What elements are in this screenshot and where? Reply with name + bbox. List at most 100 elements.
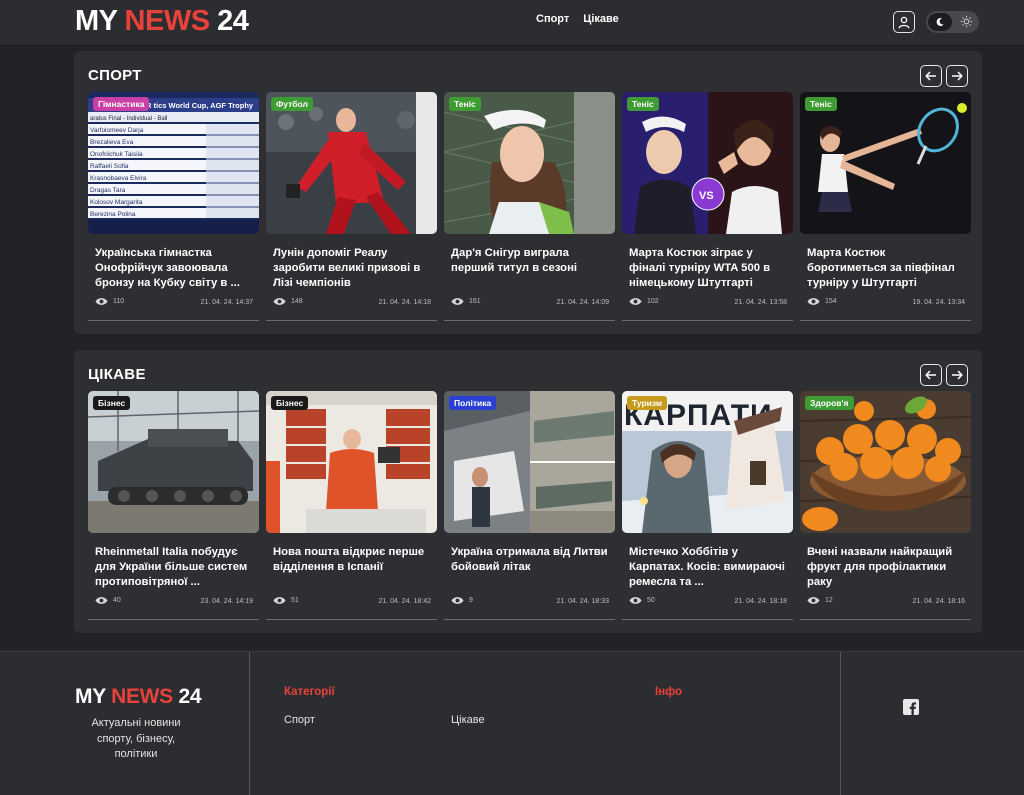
svg-text:Raffaeli Sofia: Raffaeli Sofia [90, 163, 129, 170]
footer-logo[interactable]: MY NEWS 24 [75, 685, 202, 709]
news-image[interactable]: Здоров'я [800, 391, 971, 533]
footer-info-title: Інфо [655, 686, 683, 698]
views-count: 51 [291, 597, 299, 604]
user-icon [898, 16, 910, 28]
arrow-right-icon [952, 71, 963, 81]
news-title[interactable]: Дар'я Снігур виграла перший титул в сезо… [451, 246, 611, 291]
section-sport: СПОРТ R tics World Cup, AGF Trophy aratu… [74, 51, 982, 334]
news-title[interactable]: Марта Костюк зіграє у фіналі турніру WTA… [629, 246, 789, 291]
facebook-icon[interactable] [903, 699, 919, 715]
news-title[interactable]: Нова пошта відкриє перше відділення в Іс… [273, 545, 433, 590]
news-card[interactable]: Бізнес Нова пошта відкриє перше відділен… [266, 391, 437, 621]
news-title[interactable]: Марта Костюк боротиметься за півфінал ту… [807, 246, 967, 291]
eye-icon [273, 298, 286, 305]
carousel-arrows [920, 65, 968, 87]
site-header: MY NEWS 24 Спорт Цікаве [0, 0, 1024, 46]
nav-item-sport[interactable]: Спорт [536, 13, 569, 25]
category-badge[interactable]: Футбол [271, 97, 313, 111]
divider [622, 619, 793, 620]
eye-icon [629, 597, 642, 604]
divider [800, 619, 971, 620]
svg-text:Dragas Tara: Dragas Tara [90, 187, 126, 194]
eye-icon [629, 298, 642, 305]
news-meta: 40 23. 04. 24. 14:19 [95, 596, 253, 608]
carousel-arrows [920, 364, 968, 386]
sun-icon [960, 15, 973, 28]
svg-text:Brezalieva Eva: Brezalieva Eva [90, 139, 134, 146]
news-date: 21. 04. 24. 14:37 [200, 299, 253, 306]
footer-description: Актуальні новини спорту, бізнесу, політи… [91, 717, 181, 760]
category-badge[interactable]: Гімнастика [93, 97, 150, 111]
news-title[interactable]: Містечко Хоббітів у Карпатах. Косів: вим… [629, 545, 789, 590]
news-image[interactable]: КАРПАТИ Туризм [622, 391, 793, 533]
news-card[interactable]: Теніс Марта Костюк боротиметься за півфі… [800, 92, 971, 322]
news-image[interactable]: R tics World Cup, AGF Trophy aratus Fina… [88, 92, 259, 234]
category-badge[interactable]: Теніс [449, 97, 481, 111]
news-title[interactable]: Лунін допоміг Реалу заробити великі приз… [273, 246, 433, 291]
divider [266, 320, 437, 321]
views-count: 110 [113, 298, 125, 305]
news-image[interactable]: VS Теніс [622, 92, 793, 234]
category-badge[interactable]: Теніс [805, 97, 837, 111]
divider [444, 619, 615, 620]
divider [88, 320, 259, 321]
news-card[interactable]: VS Теніс Марта Костюк зіграє у фіналі ту… [622, 92, 793, 322]
category-badge[interactable]: Туризм [627, 396, 668, 410]
news-card[interactable]: R tics World Cup, AGF Trophy aratus Fina… [88, 92, 259, 322]
carousel-prev-button[interactable] [920, 65, 942, 87]
eye-icon [807, 298, 820, 305]
views-count: 102 [647, 298, 659, 305]
svg-text:VS: VS [699, 190, 714, 202]
carousel-prev-button[interactable] [920, 364, 942, 386]
carousel-next-button[interactable] [946, 65, 968, 87]
news-image[interactable]: Бізнес [88, 391, 259, 533]
views-count: 161 [469, 298, 481, 305]
news-carousel: Бізнес Rheinmetall Italia побудує для Ук… [88, 391, 971, 621]
user-button[interactable] [893, 11, 915, 33]
news-title[interactable]: Україна отримала від Литви бойовий літак [451, 545, 611, 590]
news-card[interactable]: Політика Україна отримала від Литви бойо… [444, 391, 615, 621]
news-date: 21. 04. 24. 18:18 [734, 598, 787, 605]
views-count: 50 [647, 597, 655, 604]
svg-text:aratus Final - Individual - Ba: aratus Final - Individual - Ball [90, 116, 167, 122]
news-card[interactable]: Теніс Дар'я Снігур виграла перший титул … [444, 92, 615, 322]
category-badge[interactable]: Бізнес [271, 396, 309, 410]
news-image[interactable]: Бізнес [266, 391, 437, 533]
category-badge[interactable]: Здоров'я [805, 396, 854, 410]
eye-icon [95, 298, 108, 305]
news-image[interactable]: Футбол [266, 92, 437, 234]
news-image[interactable]: Політика [444, 391, 615, 533]
category-badge[interactable]: Політика [449, 396, 497, 410]
news-meta: 102 21. 04. 24. 13:58 [629, 297, 787, 309]
site-logo[interactable]: MY NEWS 24 [75, 4, 249, 38]
news-title[interactable]: Rheinmetall Italia побудує для України б… [95, 545, 255, 590]
news-meta: 9 21. 04. 24. 18:33 [451, 596, 609, 608]
news-card[interactable]: КАРПАТИ Туризм Містечко Хоббітів у Карпа… [622, 391, 793, 621]
news-date: 23. 04. 24. 14:19 [200, 598, 253, 605]
category-badge[interactable]: Теніс [627, 97, 659, 111]
divider [88, 619, 259, 620]
category-badge[interactable]: Бізнес [93, 396, 131, 410]
svg-text:Kolosov Margarita: Kolosov Margarita [90, 199, 143, 206]
theme-toggle[interactable] [926, 11, 979, 33]
news-image[interactable]: Теніс [800, 92, 971, 234]
views-count: 154 [825, 298, 837, 305]
news-image[interactable]: Теніс [444, 92, 615, 234]
news-card[interactable]: Футбол Лунін допоміг Реалу заробити вели… [266, 92, 437, 322]
news-title[interactable]: Вчені назвали найкращий фрукт для профіл… [807, 545, 967, 590]
svg-text:Varfolomeev Darja: Varfolomeev Darja [90, 127, 144, 134]
news-card[interactable]: Здоров'я Вчені назвали найкращий фрукт д… [800, 391, 971, 621]
news-date: 19. 04. 24. 13:34 [912, 299, 965, 306]
views-count: 9 [469, 597, 473, 604]
news-meta: 110 21. 04. 24. 14:37 [95, 297, 253, 309]
news-card[interactable]: Бізнес Rheinmetall Italia побудує для Ук… [88, 391, 259, 621]
news-title[interactable]: Українська гімнастка Онофрійчук завоювал… [95, 246, 255, 291]
footer-link-interesting[interactable]: Цікаве [451, 714, 485, 726]
news-date: 21. 04. 24. 18:33 [556, 598, 609, 605]
arrow-left-icon [925, 370, 936, 380]
news-date: 21. 04. 24. 18:42 [378, 598, 431, 605]
footer-link-sport[interactable]: Спорт [284, 714, 315, 726]
news-meta: 51 21. 04. 24. 18:42 [273, 596, 431, 608]
nav-item-interesting[interactable]: Цікаве [583, 13, 618, 25]
carousel-next-button[interactable] [946, 364, 968, 386]
